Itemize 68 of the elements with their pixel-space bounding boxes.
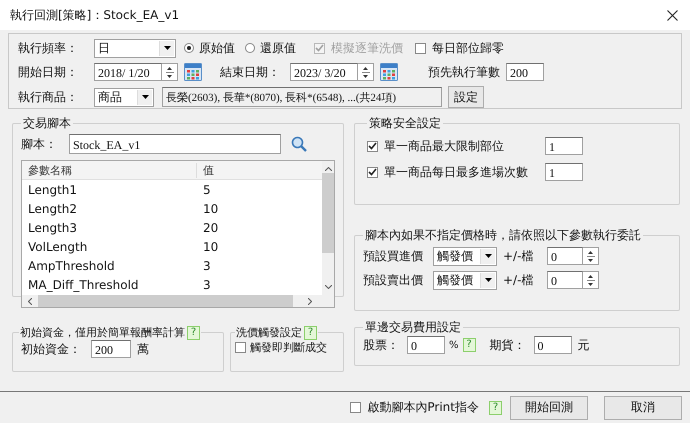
script-field[interactable]: Stock_EA_v1 (69, 134, 281, 154)
field-label: +/-檔 (503, 272, 534, 288)
group-title: 洗價觸發設定 (236, 325, 302, 340)
radio-label: 原始值 (199, 40, 235, 56)
table-cell-text: Length1 (27, 182, 78, 196)
input-field[interactable]: 0 (407, 336, 445, 354)
input-field[interactable]: 1 (545, 137, 583, 155)
checkbox-label: 單一商品每日最多進場次數 (384, 164, 528, 180)
table-cell-text: 20 (202, 220, 220, 234)
checkbox-label: 單一商品最大限制部位 (384, 138, 504, 154)
input-field[interactable]: 0 (547, 247, 583, 265)
dialog-button[interactable]: 開始回測 (510, 396, 588, 420)
table-cell-text: Length3 (27, 220, 78, 234)
column-header[interactable]: 值 (197, 162, 322, 178)
column-header[interactable]: 參數名稱 (22, 162, 197, 178)
table-cell-text: MA_Diff_Threshold (27, 278, 140, 292)
table-cell-text: AmpThreshold (27, 258, 116, 272)
unit-label: 萬 (137, 340, 149, 358)
group-title: 交易腳本 (23, 115, 71, 132)
help-button[interactable]: ? (304, 326, 317, 340)
field-label: 結束日期： (220, 64, 281, 80)
checkbox-label: 每日部位歸零 (432, 40, 504, 56)
help-button[interactable]: ? (489, 400, 502, 414)
field-label: 腳本： (21, 136, 58, 152)
field-label: +/-檔 (503, 248, 534, 264)
unit-label: % (449, 340, 459, 350)
table-cell-text: 5 (202, 182, 212, 196)
group-title: 策略安全設定 (369, 115, 441, 132)
radio-label: 還原值 (260, 40, 296, 56)
table-cell-text: VolLength (27, 240, 88, 254)
group-title: 腳本內如果不指定價格時，請依照以下參數執行委託 (365, 227, 641, 244)
dropdown[interactable]: 商品 (94, 88, 154, 106)
checkbox-label: 模擬逐筆洗價 (331, 40, 403, 56)
field-label: 股票： (363, 336, 400, 354)
field-label: 預先執行筆數 (428, 64, 500, 80)
table-cell-text: 3 (202, 278, 212, 292)
field-label: 開始日期： (18, 64, 79, 80)
field-label: 初始資金： (21, 340, 82, 358)
help-button[interactable]: ? (187, 326, 200, 340)
checkbox-label: 觸發即判斷成交 (250, 340, 327, 355)
table-cell-text: 3 (202, 258, 212, 272)
help-button[interactable]: ? (462, 338, 476, 352)
field-label: 期貨： (490, 336, 527, 354)
field-label: 執行商品： (18, 88, 79, 106)
input-field[interactable]: 0 (547, 271, 583, 289)
checkbox-label: 啟動腳本內Print指令 (367, 399, 479, 416)
table-cell-text: 10 (202, 202, 220, 216)
settings-button[interactable]: 設定 (448, 86, 484, 108)
dropdown[interactable]: 觸發價 (433, 270, 497, 290)
date-field[interactable]: 2018/ 1/20 (94, 63, 162, 81)
group-title: 初始資金，僅用於簡單報酬率計算 (20, 325, 185, 340)
table-cell-text: Length2 (27, 202, 78, 216)
field-label: 預設買進價 (363, 248, 424, 264)
input-field[interactable]: 0 (534, 336, 572, 354)
dropdown[interactable]: 觸發價 (433, 246, 497, 266)
input-field[interactable]: 200 (91, 340, 131, 358)
table-cell-text: 10 (202, 240, 220, 254)
unit-label: 元 (578, 336, 590, 354)
input-field[interactable]: 200 (506, 63, 544, 81)
input-field[interactable]: 1 (545, 163, 583, 181)
field-label: 執行頻率： (18, 40, 79, 56)
window-title: 執行回測[策略]：Stock_EA_v1 (10, 6, 180, 24)
group-title: 單邊交易費用設定 (365, 319, 461, 336)
date-field[interactable]: 2023/ 3/20 (290, 63, 358, 81)
dropdown[interactable]: 日 (94, 38, 176, 58)
symbol-list-field: 長榮(2603), 長華*(8070), 長科*(6548), ...(共24項) (162, 87, 442, 107)
dialog-button[interactable]: 取消 (604, 396, 682, 420)
field-label: 預設賣出價 (363, 272, 424, 288)
